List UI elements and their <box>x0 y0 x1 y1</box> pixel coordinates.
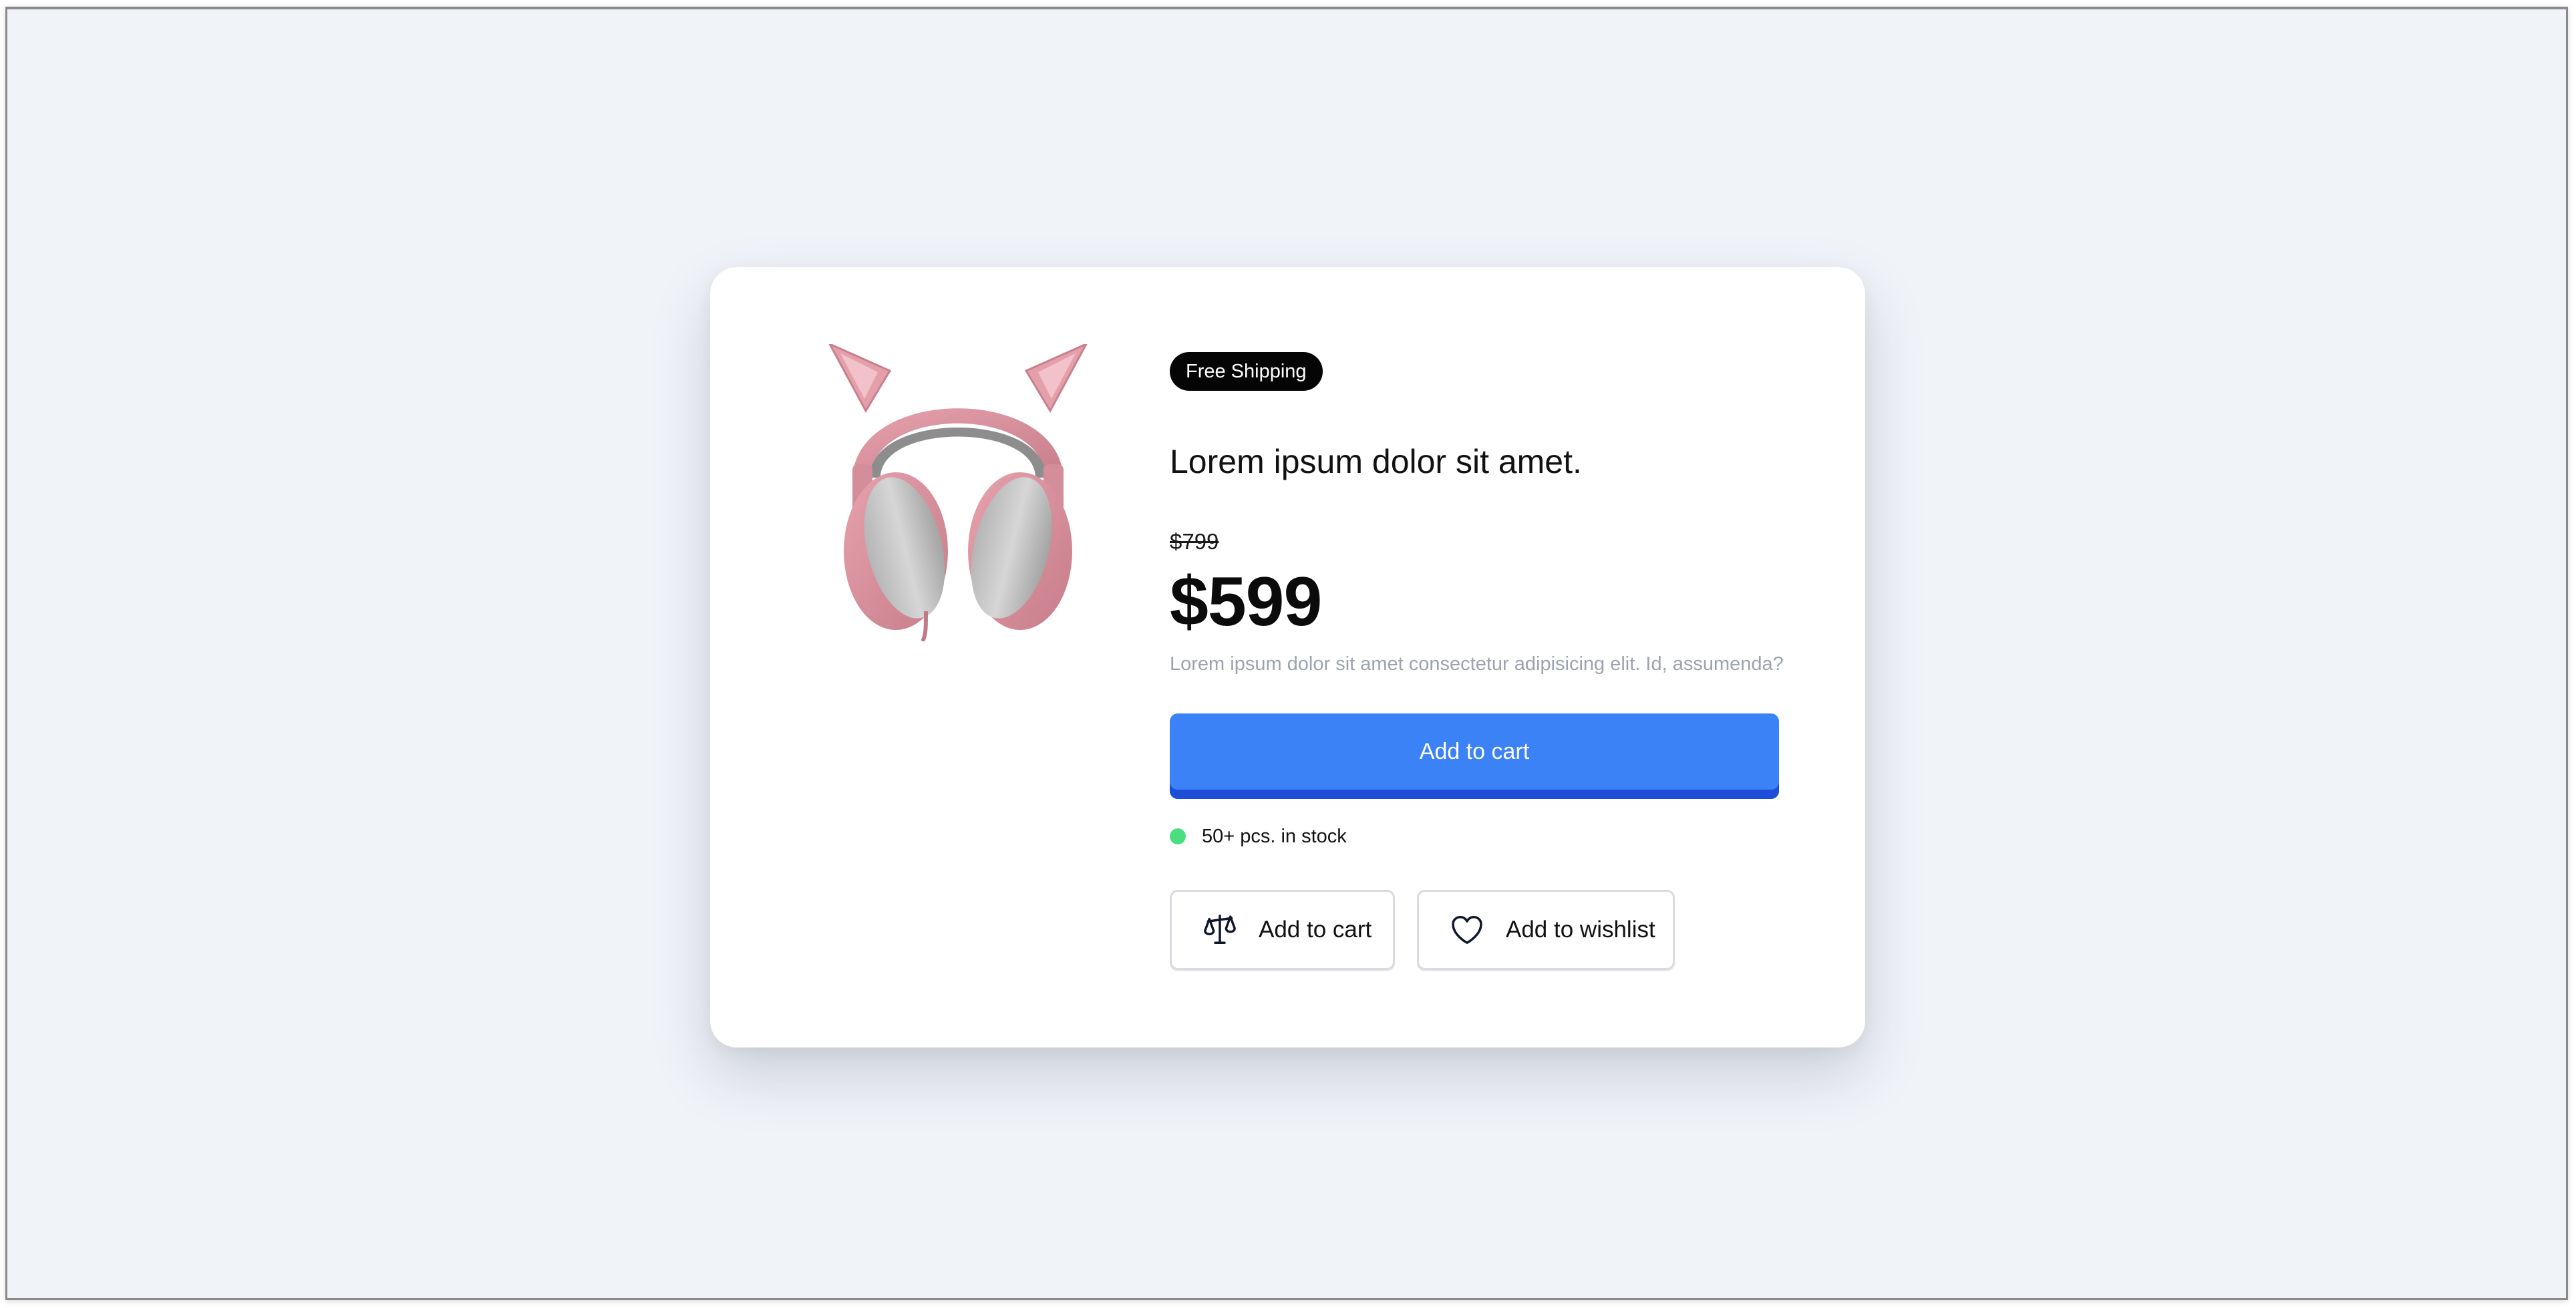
free-shipping-badge: Free Shipping <box>1170 352 1323 391</box>
product-card: Free Shipping Lorem ipsum dolor sit amet… <box>710 267 1865 1047</box>
compare-button[interactable]: Add to cart <box>1170 890 1395 970</box>
add-to-cart-button[interactable]: Add to cart <box>1170 713 1779 799</box>
stock-indicator-dot <box>1170 828 1186 844</box>
stock-status: 50+ pcs. in stock <box>1170 824 1347 848</box>
compare-button-label: Add to cart <box>1259 917 1372 943</box>
heart-icon <box>1448 911 1486 949</box>
product-description: Lorem ipsum dolor sit amet consectetur a… <box>1170 653 1784 675</box>
stock-text: 50+ pcs. in stock <box>1202 825 1347 847</box>
product-image <box>828 344 1088 641</box>
browser-window: Free Shipping Lorem ipsum dolor sit amet… <box>5 7 2568 1300</box>
product-title: Lorem ipsum dolor sit amet. <box>1170 443 1582 480</box>
add-to-wishlist-button[interactable]: Add to wishlist <box>1417 890 1675 970</box>
scale-icon <box>1201 911 1239 949</box>
product-info: Free Shipping Lorem ipsum dolor sit amet… <box>1170 267 1865 1047</box>
sale-price: $599 <box>1170 563 1322 641</box>
original-price: $799 <box>1170 529 1219 554</box>
wishlist-button-label: Add to wishlist <box>1506 917 1655 943</box>
